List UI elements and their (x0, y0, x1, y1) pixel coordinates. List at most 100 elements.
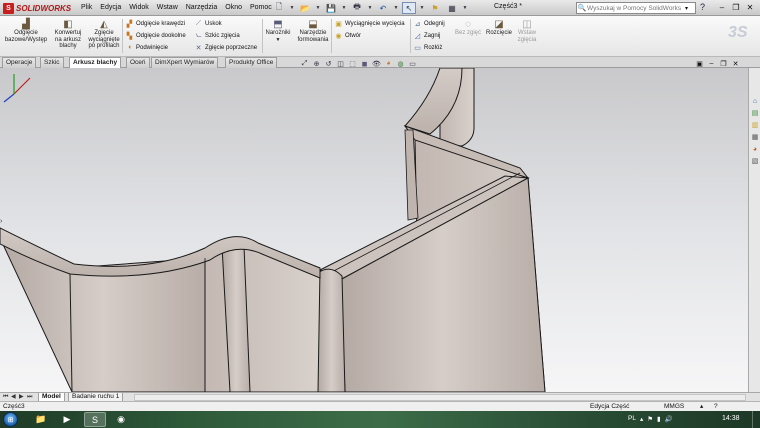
show-desktop-button[interactable] (752, 411, 760, 428)
ribbon-separator (331, 19, 332, 53)
custom-properties-icon[interactable]: ▧ (750, 156, 760, 166)
menu-file[interactable]: Plik (77, 3, 96, 13)
fold-button[interactable]: ◿ Zagnij (413, 31, 445, 40)
app-logo-text: SOLIDWORKS (16, 3, 72, 13)
tab-features[interactable]: Operacje (2, 57, 37, 68)
menu-window[interactable]: Okno (221, 3, 246, 13)
appearances-icon[interactable]: ◕ (750, 144, 760, 154)
view-orientation-icon[interactable]: ⬚ (348, 59, 357, 68)
base-flange-button[interactable]: ▟ Odgięcie bazowe/Występ (3, 18, 49, 43)
view-palette-icon[interactable]: ▦ (750, 132, 760, 142)
restore-icon[interactable]: ❐ (719, 59, 728, 68)
tab-sketch[interactable]: Szkic (40, 57, 64, 68)
miter-flange-button[interactable]: ▚ Odgięcie dookolne (125, 31, 186, 40)
forming-tool-button[interactable]: ⬓ Narzędzie formowania (296, 18, 330, 43)
tab-dimxpert[interactable]: DimXpert Wymiarów (151, 57, 219, 68)
search-input[interactable] (587, 4, 685, 12)
network-icon[interactable]: ▮ (657, 415, 661, 423)
menu-view[interactable]: Widok (125, 3, 152, 13)
ribbon-column-flanges: ▞ Odgięcie krawędzi ▚ Odgięcie dookolne ◖ P… (125, 19, 186, 52)
flag-icon[interactable]: ⚑ (647, 415, 653, 423)
previous-view-icon[interactable]: ↺ (324, 59, 333, 68)
file-explorer-icon[interactable]: ▥ (750, 120, 760, 130)
tab-evaluate[interactable]: Oceń (126, 57, 150, 68)
system-clock[interactable]: 14:38 (722, 415, 740, 422)
zoom-to-area-icon[interactable]: ⊕ (312, 59, 321, 68)
zoom-to-fit-icon[interactable]: ⤢ (300, 59, 309, 68)
extruded-cut-button[interactable]: ▣ Wyciągnięcie wycięcia (334, 19, 404, 28)
close-icon[interactable]: ✕ (744, 1, 756, 13)
apply-scene-icon[interactable]: ◍ (396, 59, 405, 68)
graphics-area[interactable]: › (0, 68, 748, 392)
chevron-down-icon[interactable]: ▼ (462, 2, 468, 14)
cross-break-button[interactable]: ✕ Zgięcie poprzeczne (194, 43, 257, 52)
media-player-taskbar-icon[interactable]: ▶ (56, 412, 78, 427)
rip-button[interactable]: ◪ Rozcięcie (485, 18, 513, 37)
sheet-metal-model[interactable] (0, 68, 748, 392)
hem-button[interactable]: ◖ Podwinięcie (125, 43, 186, 52)
explorer-taskbar-icon[interactable]: 📁 (30, 412, 52, 427)
save-icon[interactable]: 💾 (324, 2, 338, 14)
last-tab-icon[interactable]: ⏭ (27, 393, 32, 401)
start-button[interactable]: ⊞ (3, 412, 18, 427)
minimize-icon[interactable]: – (716, 1, 728, 13)
jog-button[interactable]: ⟋ Uskok (194, 19, 257, 28)
viewport-menu-icon[interactable]: ▣ (695, 59, 704, 68)
search-dropdown-icon[interactable]: ▾ (685, 5, 695, 12)
feature-manager-flyout-icon[interactable]: › (0, 218, 2, 225)
no-bends-button[interactable]: ◌ Bez zgięć (453, 18, 483, 37)
next-tab-icon[interactable]: ▶ (19, 393, 24, 401)
select-cursor-icon[interactable]: ↖ (402, 2, 416, 14)
rebuild-icon[interactable]: ⚑ (428, 2, 442, 14)
chevron-down-icon[interactable]: ▼ (315, 2, 321, 14)
question-icon[interactable]: ? (700, 2, 705, 12)
chevron-down-icon[interactable]: ▼ (367, 2, 373, 14)
chevron-down-icon[interactable]: ▼ (289, 2, 295, 14)
undo-icon[interactable]: ↶ (376, 2, 390, 14)
previous-tab-icon[interactable]: ◀ (11, 393, 16, 401)
tab-sheet-metal[interactable]: Arkusz blachy (69, 57, 122, 68)
display-style-icon[interactable]: ◼ (360, 59, 369, 68)
unfold-button[interactable]: ⊿ Odegnij (413, 19, 445, 28)
section-view-icon[interactable]: ◫ (336, 59, 345, 68)
solidworks-logo[interactable]: S SOLIDWORKS (3, 2, 71, 14)
home-icon[interactable]: ⌂ (750, 96, 760, 106)
tray-expand-icon[interactable]: ▴ (640, 415, 643, 423)
options-icon[interactable]: ▦ (445, 2, 459, 14)
view-settings-icon[interactable]: ▭ (408, 59, 417, 68)
tab-office-products[interactable]: Produkty Office (225, 57, 278, 68)
hole-button[interactable]: ◉ Otwór (334, 31, 405, 40)
edit-appearance-icon[interactable]: ◕ (384, 59, 393, 68)
chevron-down-icon[interactable]: ▼ (393, 2, 399, 14)
menu-insert[interactable]: Wstaw (153, 3, 182, 13)
insert-bends-button[interactable]: ◫ Wstaw zgięcia (514, 18, 540, 43)
first-tab-icon[interactable]: ⏮ (3, 393, 8, 401)
design-library-icon[interactable]: ▤ (750, 108, 760, 118)
edge-flange-button[interactable]: ▞ Odgięcie krawędzi (125, 19, 186, 28)
status-bar: Część3 Edycja Część MMGS ▴ ? (0, 401, 760, 411)
menu-edit[interactable]: Edycja (96, 3, 125, 13)
convert-to-sheet-metal-button[interactable]: ◧ Konwertuj na arkusz blachy (51, 18, 85, 50)
chevron-down-icon[interactable]: ▼ (341, 2, 347, 14)
open-folder-icon[interactable]: 📂 (298, 2, 312, 14)
flatten-button[interactable]: ▭ Rozłóż (413, 43, 445, 52)
help-icon[interactable]: ? (714, 403, 718, 411)
solidworks-taskbar-icon[interactable]: S (84, 412, 106, 427)
app-taskbar-icon[interactable]: ◉ (110, 412, 132, 427)
new-document-icon[interactable]: 🗋 (272, 2, 286, 14)
lofted-bend-button[interactable]: ◭ Zgięcie wyciągnięte po profilach (86, 18, 122, 50)
horizontal-scrollbar[interactable] (134, 394, 746, 401)
restore-icon[interactable]: ❐ (730, 1, 742, 13)
hide-show-items-icon[interactable]: 👁 (372, 59, 381, 68)
close-icon[interactable]: ✕ (731, 59, 740, 68)
print-icon[interactable]: 🖶 (350, 2, 364, 14)
units-arrow-icon[interactable]: ▴ (700, 403, 703, 411)
sketched-bend-button[interactable]: ⦦ Szkic zgięcia (194, 31, 257, 40)
corners-button[interactable]: ⬒ Narożniki ▼ (264, 18, 292, 43)
menu-tools[interactable]: Narzędzia (182, 3, 222, 13)
chevron-down-icon[interactable]: ▼ (419, 2, 425, 14)
volume-icon[interactable]: 🔊 (665, 415, 673, 423)
language-indicator[interactable]: PL (628, 415, 636, 423)
minimize-icon[interactable]: – (707, 59, 716, 68)
status-units[interactable]: MMGS (664, 403, 684, 411)
